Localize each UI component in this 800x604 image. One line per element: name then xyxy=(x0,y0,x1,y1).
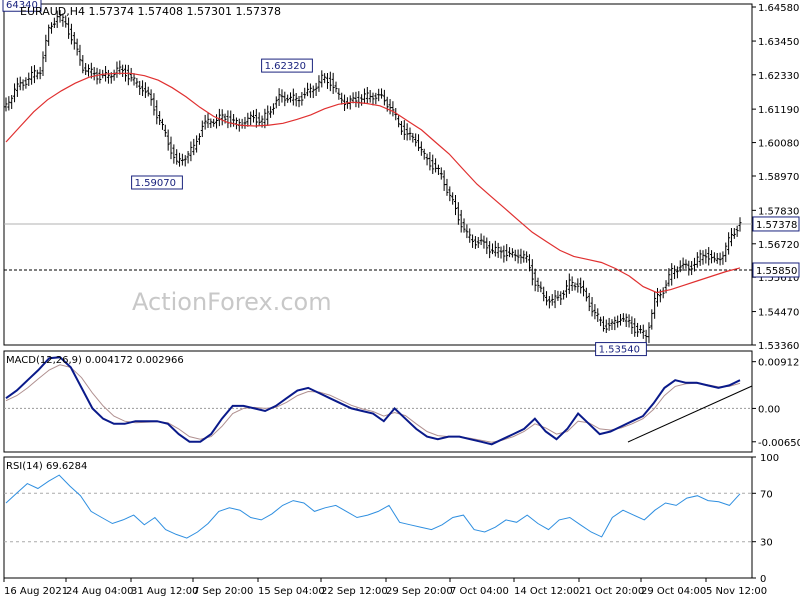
current-price-label: 1.57378 xyxy=(756,220,797,231)
rsi-tick-label: 100 xyxy=(760,453,779,464)
x-tick-label: 7 Oct 04:00 xyxy=(450,586,509,597)
price-tick-label: 1.57830 xyxy=(758,206,799,217)
rsi-line xyxy=(5,474,741,539)
x-tick-label: 29 Sep 20:00 xyxy=(386,586,453,597)
macd-header: MACD(12,26,9) 0.004172 0.002966 xyxy=(6,355,184,366)
rsi-tick-label: 70 xyxy=(760,489,773,500)
chart-svg: 1.64580 1.63450 1.62330 1.61190 1.60080 1.589… xyxy=(2,0,800,597)
x-tick-label: 5 Nov 12:00 xyxy=(706,586,767,597)
macd-chart: 0.00912 0.00 -0.006506 xyxy=(4,356,800,449)
price-tick-label: 1.56720 xyxy=(758,240,799,251)
main-header: EURAUD,H4 1.57374 1.57408 1.57301 1.5737… xyxy=(20,5,281,18)
rsi-header: RSI(14) 69.6284 xyxy=(6,461,87,472)
price-tick-label: 1.61190 xyxy=(758,105,799,116)
price-tick-label: 1.63450 xyxy=(758,37,799,48)
x-tick-label: 14 Oct 12:00 xyxy=(514,586,579,597)
x-tick-label: 24 Aug 04:00 xyxy=(66,586,133,597)
price-annotation-label: 1.59070 xyxy=(135,178,176,189)
x-tick-label: 16 Aug 2021 xyxy=(4,586,68,597)
x-tick-label: 22 Sep 12:00 xyxy=(321,586,388,597)
watermark: ActionForex.com xyxy=(132,288,332,316)
support-level-label: 1.55850 xyxy=(756,266,797,277)
macd-signal-line xyxy=(5,364,741,443)
moving-average-line xyxy=(5,72,741,294)
price-tick-label: 1.62330 xyxy=(758,71,799,82)
main-chart: 1.64580 1.63450 1.62330 1.61190 1.60080 1.589… xyxy=(2,0,800,357)
macd-macd-line xyxy=(5,356,741,446)
panel-frames xyxy=(3,3,753,579)
x-tick-label: 15 Sep 04:00 xyxy=(258,586,325,597)
price-tick-label: 1.54470 xyxy=(758,308,799,319)
price-tick-label: 1.60080 xyxy=(758,139,799,150)
price-tick-label: 1.64580 xyxy=(758,3,799,14)
price-annotation-label: 1.53540 xyxy=(599,345,640,356)
price-annotation-label: 1.62320 xyxy=(265,61,306,72)
main-frame xyxy=(3,3,753,346)
x-tick-label: 21 Oct 20:00 xyxy=(579,586,644,597)
price-tick-label: 1.53360 xyxy=(758,341,799,352)
price-tick-label: 1.58970 xyxy=(758,172,799,183)
x-tick-label: 31 Aug 12:00 xyxy=(131,586,198,597)
macd-tick-label: 0.00 xyxy=(758,404,780,415)
macd-tick-label: -0.006506 xyxy=(758,438,800,449)
chart-root: 1.64580 1.63450 1.62330 1.61190 1.60080 1.589… xyxy=(0,0,800,600)
rsi-tick-label: 30 xyxy=(760,538,773,549)
x-tick-label: 29 Oct 04:00 xyxy=(641,586,706,597)
rsi-chart: 100 70 30 0 xyxy=(4,453,779,585)
macd-trendline xyxy=(627,385,753,443)
x-tick-label: 7 Sep 20:00 xyxy=(193,586,253,597)
macd-tick-label: 0.00912 xyxy=(758,358,799,369)
rsi-tick-label: 0 xyxy=(760,574,766,585)
x-axis: 16 Aug 202124 Aug 04:0031 Aug 12:007 Sep… xyxy=(3,578,767,597)
